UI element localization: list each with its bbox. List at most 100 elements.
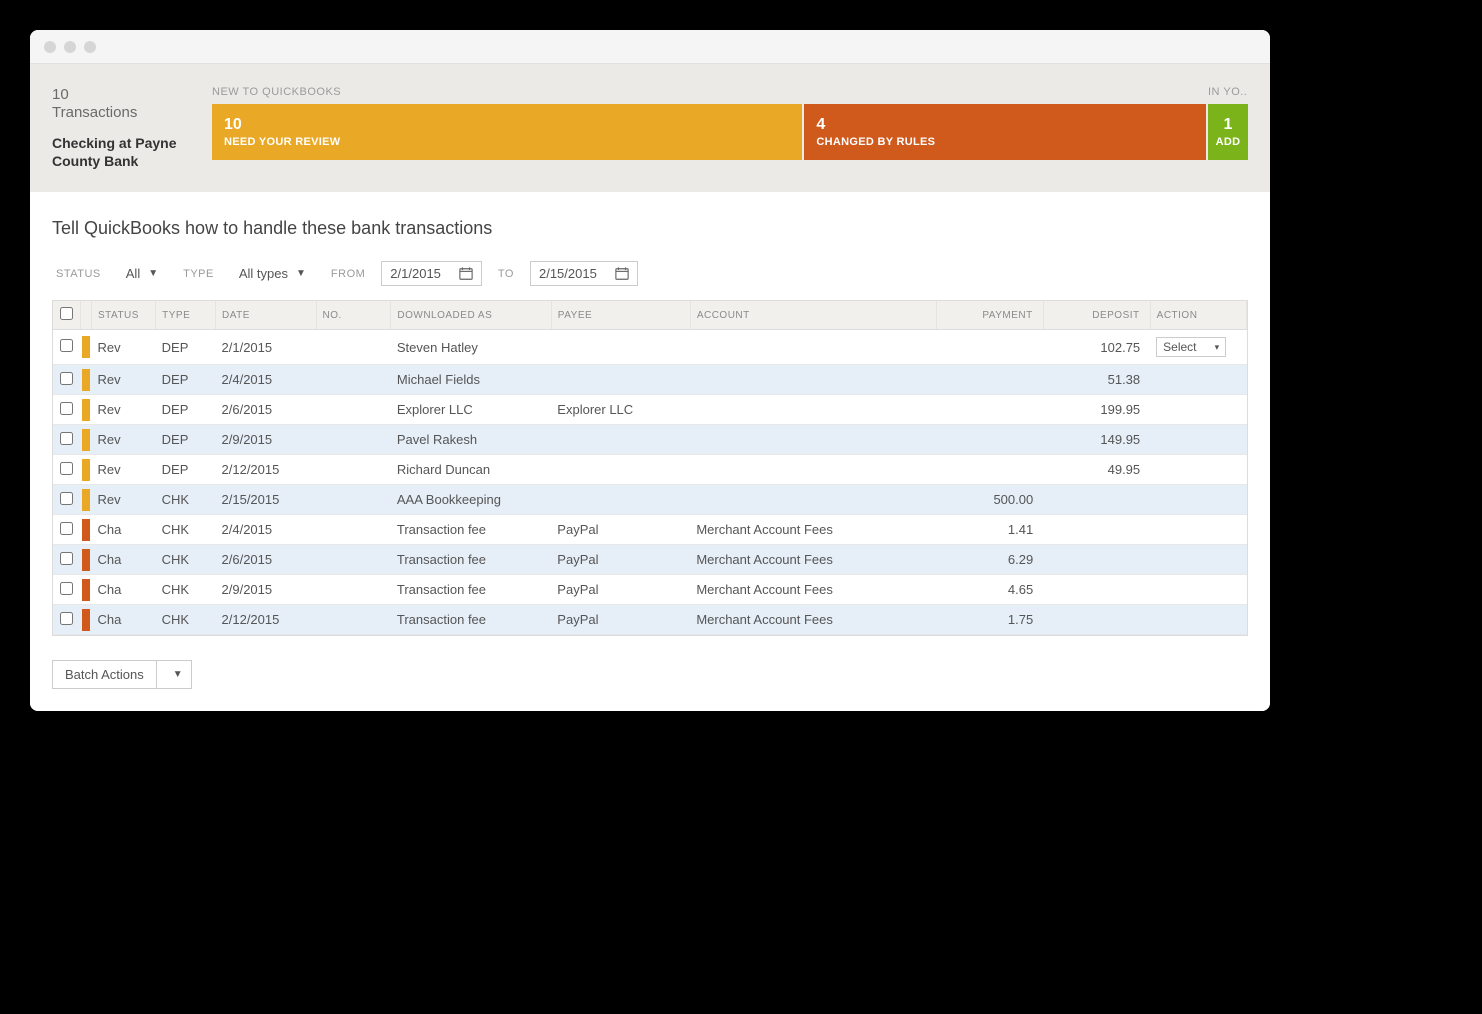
window-titlebar: [30, 30, 1270, 64]
window-close-dot[interactable]: [44, 41, 56, 53]
cell-action: [1150, 395, 1246, 425]
filter-type-label: TYPE: [183, 268, 214, 280]
cell-date: 2/9/2015: [216, 575, 317, 605]
filter-from-label: FROM: [331, 268, 365, 280]
cell-payee: [551, 455, 690, 485]
row-checkbox[interactable]: [60, 582, 73, 595]
cell-status: Rev: [91, 365, 155, 395]
cell-account: Merchant Account Fees: [690, 545, 936, 575]
col-payee[interactable]: PAYEE: [551, 301, 690, 330]
table-row[interactable]: ChaCHK2/4/2015Transaction feePayPalMerch…: [53, 515, 1247, 545]
filter-to-date[interactable]: 2/15/2015: [530, 261, 638, 286]
tab-changed-by-rules[interactable]: 4 CHANGED BY RULES: [804, 104, 1206, 160]
cell-payment: 1.75: [936, 605, 1043, 635]
cell-deposit: [1043, 485, 1150, 515]
row-action-select[interactable]: Select▾: [1156, 337, 1226, 357]
col-date[interactable]: DATE: [216, 301, 317, 330]
cell-deposit: 149.95: [1043, 425, 1150, 455]
cell-payee: Explorer LLC: [551, 395, 690, 425]
cell-deposit: [1043, 545, 1150, 575]
cell-date: 2/6/2015: [216, 395, 317, 425]
filter-to-label: TO: [498, 268, 514, 280]
cell-payment: [936, 365, 1043, 395]
cell-payment: 6.29: [936, 545, 1043, 575]
row-checkbox[interactable]: [60, 339, 73, 352]
content-area: Tell QuickBooks how to handle these bank…: [30, 192, 1270, 646]
cell-payee: [551, 485, 690, 515]
tab-need-review[interactable]: 10 NEED YOUR REVIEW: [212, 104, 802, 160]
col-no[interactable]: NO.: [316, 301, 391, 330]
cell-payee: [551, 365, 690, 395]
col-account[interactable]: ACCOUNT: [690, 301, 936, 330]
tab-group-labels: NEW TO QUICKBOOKS IN YO...: [212, 86, 1248, 98]
cell-type: CHK: [156, 605, 216, 635]
tab-changed-label: CHANGED BY RULES: [816, 136, 1194, 148]
cell-downloaded-as: Transaction fee: [391, 515, 551, 545]
cell-no: [316, 515, 391, 545]
tabs-row: 10 NEED YOUR REVIEW 4 CHANGED BY RULES 1…: [212, 104, 1248, 160]
window-max-dot[interactable]: [84, 41, 96, 53]
col-type[interactable]: TYPE: [156, 301, 216, 330]
cell-type: DEP: [156, 365, 216, 395]
cell-downloaded-as: Explorer LLC: [391, 395, 551, 425]
cell-no: [316, 425, 391, 455]
tab-add-label: ADD: [1216, 136, 1241, 148]
col-payment[interactable]: PAYMENT: [936, 301, 1043, 330]
col-deposit[interactable]: DEPOSIT: [1043, 301, 1150, 330]
table-row[interactable]: ChaCHK2/6/2015Transaction feePayPalMerch…: [53, 545, 1247, 575]
table-row[interactable]: RevCHK2/15/2015AAA Bookkeeping500.00: [53, 485, 1247, 515]
cell-payment: 500.00: [936, 485, 1043, 515]
cell-payee: [551, 425, 690, 455]
row-checkbox[interactable]: [60, 492, 73, 505]
cell-downloaded-as: Transaction fee: [391, 545, 551, 575]
window-min-dot[interactable]: [64, 41, 76, 53]
filter-to-value: 2/15/2015: [539, 266, 597, 281]
row-checkbox[interactable]: [60, 402, 73, 415]
tab-review-count: 10: [224, 116, 790, 134]
cell-action: [1150, 515, 1246, 545]
table-row[interactable]: ChaCHK2/9/2015Transaction feePayPalMerch…: [53, 575, 1247, 605]
table-row[interactable]: RevDEP2/4/2015Michael Fields51.38: [53, 365, 1247, 395]
cell-deposit: 51.38: [1043, 365, 1150, 395]
tab-add[interactable]: 1 ADD: [1208, 104, 1248, 160]
cell-action: Select▾: [1150, 330, 1246, 365]
select-all-checkbox[interactable]: [60, 307, 73, 320]
cell-date: 2/4/2015: [216, 515, 317, 545]
row-checkbox[interactable]: [60, 612, 73, 625]
filter-status-value: All: [126, 266, 140, 281]
row-checkbox[interactable]: [60, 372, 73, 385]
cell-type: CHK: [156, 545, 216, 575]
cell-no: [316, 575, 391, 605]
cell-status: Rev: [91, 455, 155, 485]
footer-bar: Batch Actions ▼: [30, 646, 1270, 711]
table-row[interactable]: RevDEP2/12/2015Richard Duncan49.95: [53, 455, 1247, 485]
transactions-table: STATUS TYPE DATE NO. DOWNLOADED AS PAYEE…: [53, 301, 1247, 635]
page-heading: Tell QuickBooks how to handle these bank…: [52, 218, 1248, 239]
filter-from-date[interactable]: 2/1/2015: [381, 261, 482, 286]
col-downloaded-as[interactable]: DOWNLOADED AS: [391, 301, 551, 330]
batch-actions-label: Batch Actions: [53, 661, 156, 688]
cell-date: 2/12/2015: [216, 455, 317, 485]
table-row[interactable]: RevDEP2/1/2015Steven Hatley102.75Select▾: [53, 330, 1247, 365]
row-checkbox[interactable]: [60, 552, 73, 565]
cell-payment: [936, 330, 1043, 365]
table-row[interactable]: RevDEP2/9/2015Pavel Rakesh149.95: [53, 425, 1247, 455]
row-checkbox[interactable]: [60, 522, 73, 535]
row-action-label: Select: [1163, 340, 1196, 354]
col-action[interactable]: ACTION: [1150, 301, 1246, 330]
row-checkbox[interactable]: [60, 432, 73, 445]
count-label: Transactions: [52, 104, 137, 121]
cell-type: DEP: [156, 330, 216, 365]
cell-date: 2/1/2015: [216, 330, 317, 365]
table-row[interactable]: ChaCHK2/12/2015Transaction feePayPalMerc…: [53, 605, 1247, 635]
table-row[interactable]: RevDEP2/6/2015Explorer LLCExplorer LLC19…: [53, 395, 1247, 425]
batch-actions-button[interactable]: Batch Actions ▼: [52, 660, 192, 689]
batch-actions-caret[interactable]: ▼: [156, 661, 191, 688]
row-checkbox[interactable]: [60, 462, 73, 475]
status-stripe: [82, 519, 90, 541]
filter-type-select[interactable]: All types ▼: [230, 261, 315, 286]
cell-no: [316, 395, 391, 425]
filter-status-select[interactable]: All ▼: [117, 261, 167, 286]
cell-account: [690, 330, 936, 365]
col-status[interactable]: STATUS: [91, 301, 155, 330]
